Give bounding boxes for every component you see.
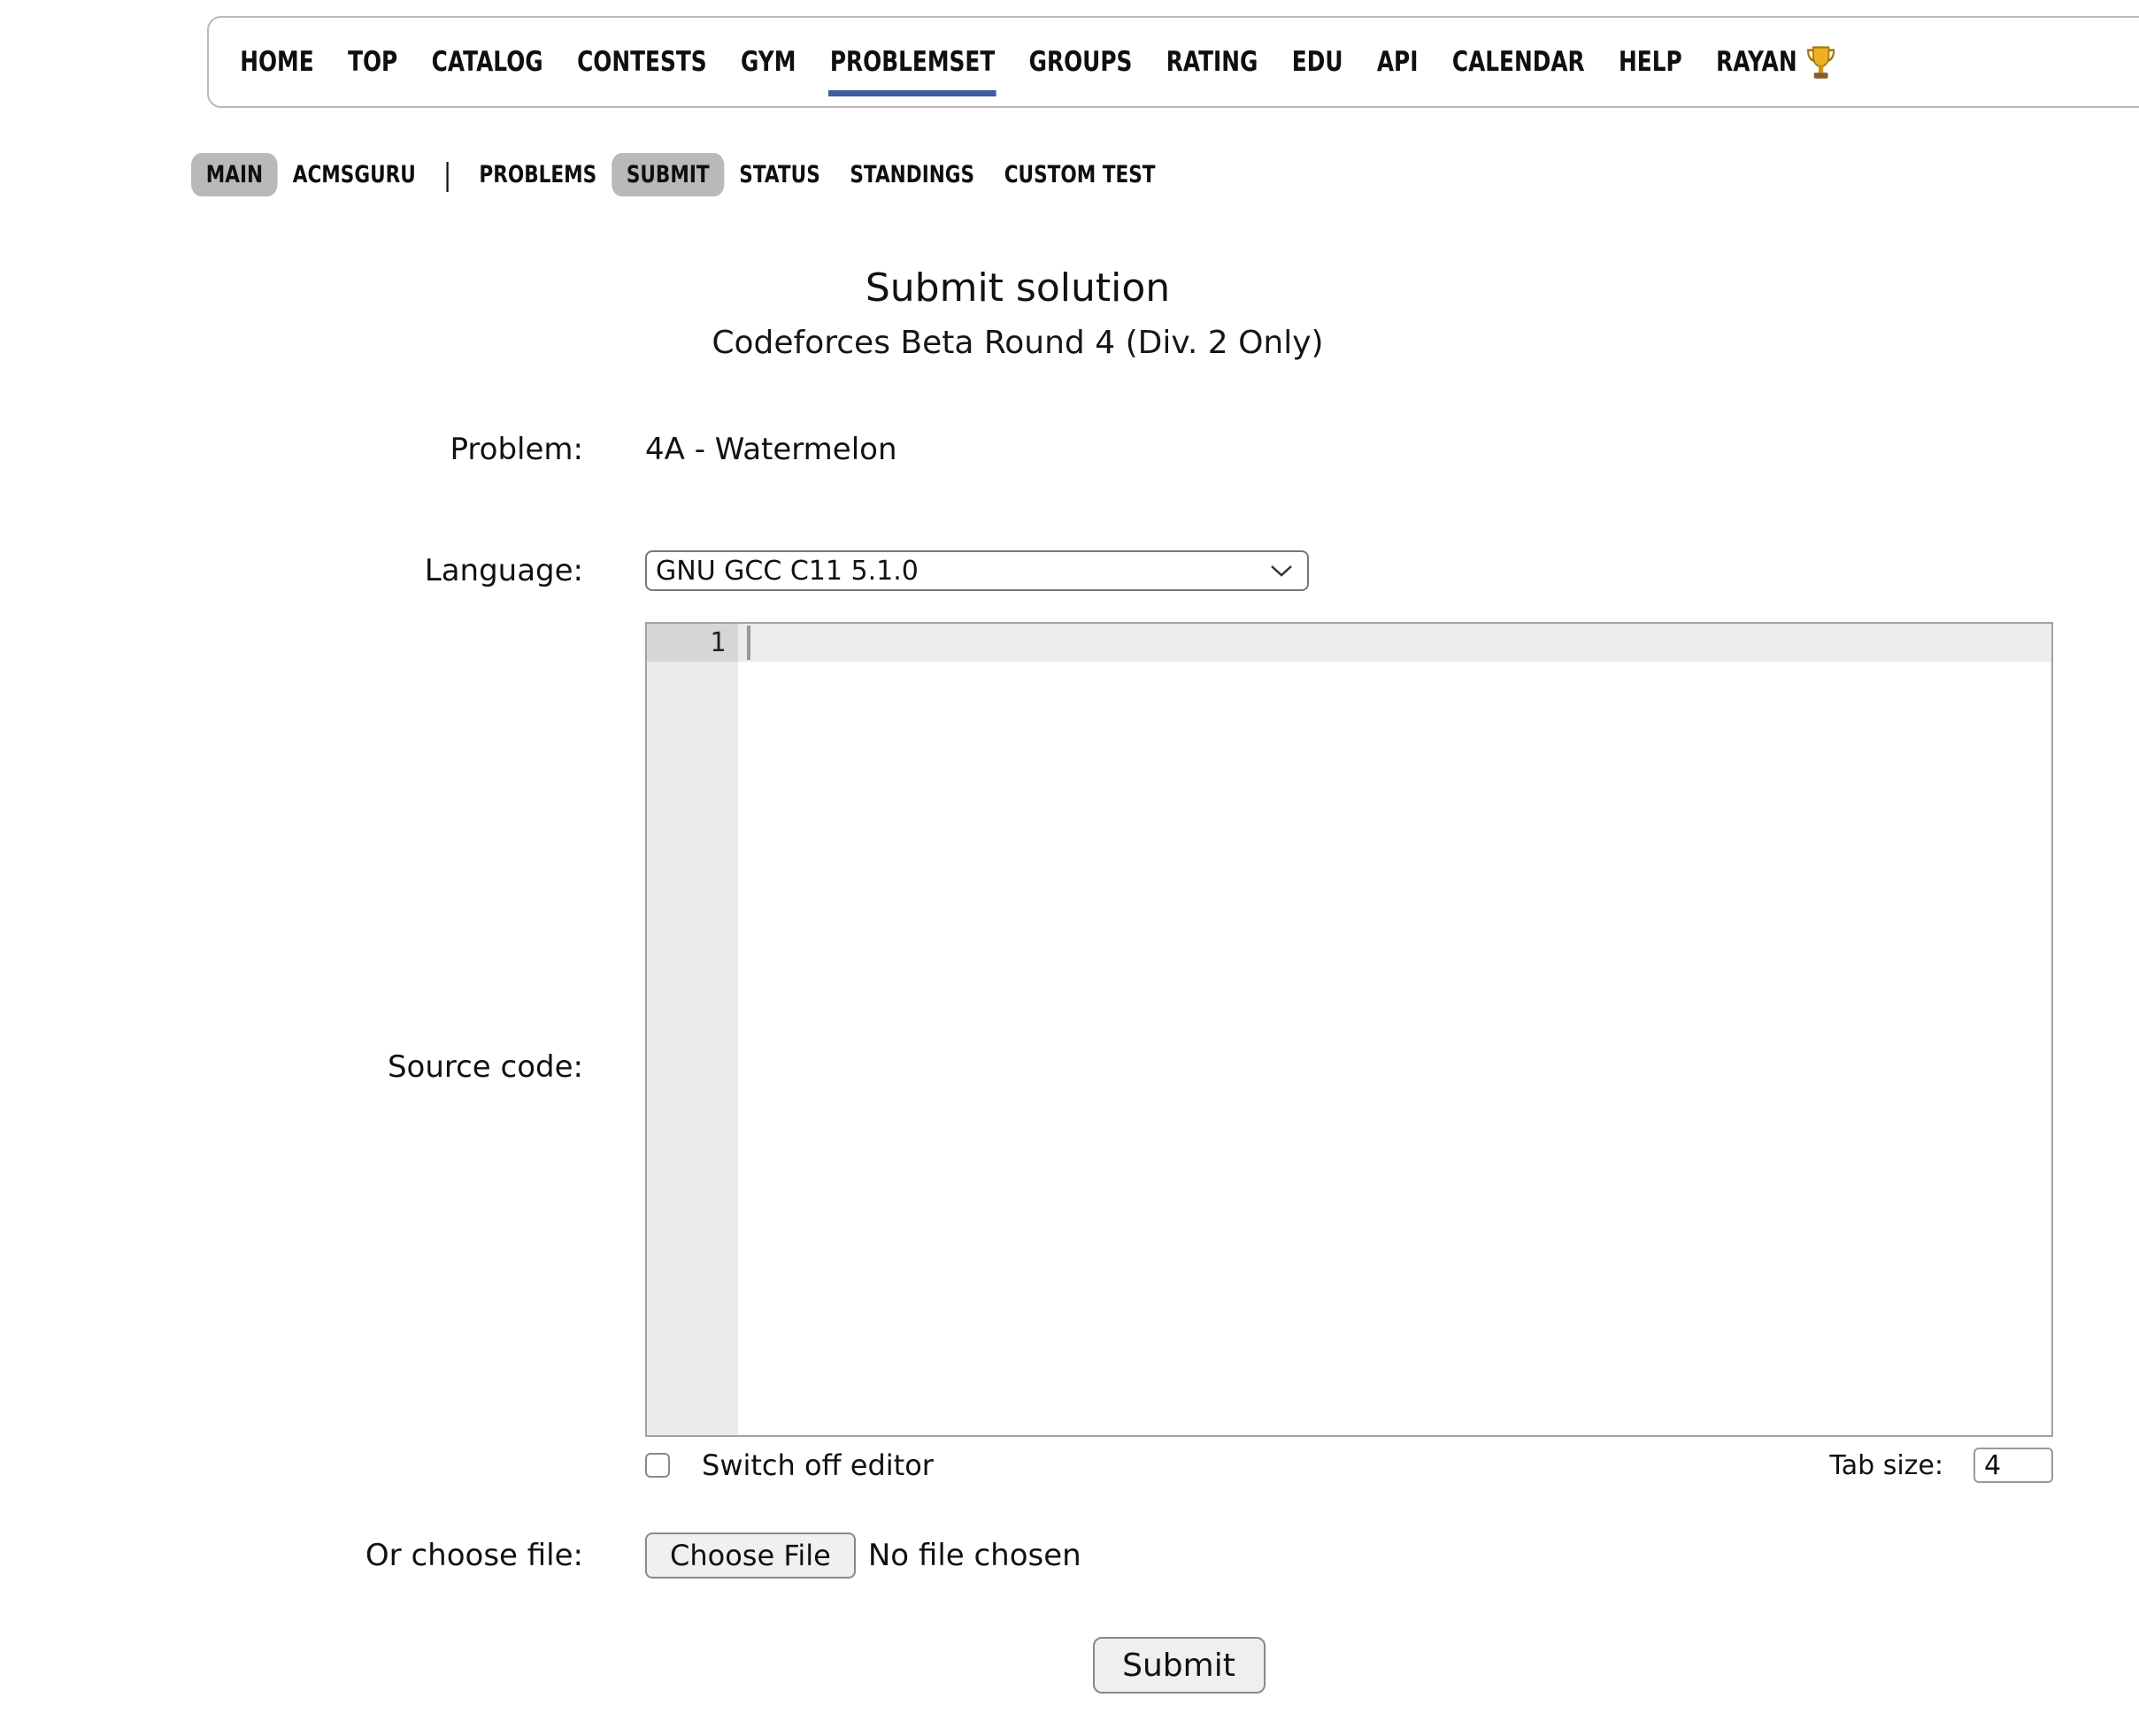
submit-row: Submit — [304, 1637, 2053, 1694]
editor-gutter — [647, 624, 738, 1435]
file-row: Or choose file: Choose File No file chos… — [304, 1532, 2053, 1579]
top-navigation-items: HOME TOP CATALOG CONTESTS GYM PROBLEMSET… — [209, 18, 1905, 106]
submit-solution-page: Submit solution Codeforces Beta Round 4 … — [0, 196, 2139, 1694]
nav-item-gym[interactable]: GYM — [724, 18, 813, 106]
nav-item-rating[interactable]: RATING — [1150, 18, 1275, 106]
page-title: Submit solution — [0, 265, 2035, 311]
choose-file-button[interactable]: Choose File — [645, 1532, 856, 1579]
nav-item-api[interactable]: API — [1360, 18, 1435, 106]
nav-item-user[interactable]: RAYAN — [1699, 18, 1854, 106]
nav-item-groups[interactable]: GROUPS — [1012, 18, 1149, 106]
nav-item-calendar[interactable]: CALENDAR — [1435, 18, 1602, 106]
tab-size-group: Tab size: — [1829, 1448, 2053, 1483]
problem-row: Problem: 4A - Watermelon — [304, 432, 2053, 467]
language-select[interactable]: GNU GCC C11 5.1.0 — [647, 552, 1307, 589]
file-status-text: No file chosen — [868, 1538, 1081, 1573]
nav-item-contests[interactable]: CONTESTS — [560, 18, 724, 106]
subnav-item-main[interactable]: MAIN — [191, 153, 278, 196]
language-label: Language: — [304, 553, 583, 588]
language-select-wrap: GNU GCC C11 5.1.0 — [645, 550, 1309, 591]
username: RAYAN — [1716, 46, 1797, 78]
subnav-divider: | — [431, 157, 465, 193]
sub-navigation: MAIN ACMSGURU | PROBLEMS SUBMIT STATUS S… — [191, 153, 1170, 196]
subnav-item-custom-test[interactable]: CUSTOM TEST — [989, 153, 1170, 196]
nav-item-top[interactable]: TOP — [331, 18, 415, 106]
switch-off-editor-label[interactable]: Switch off editor — [702, 1448, 934, 1482]
switch-off-editor-checkbox[interactable] — [645, 1453, 670, 1478]
submit-button[interactable]: Submit — [1093, 1637, 1266, 1694]
tab-size-label: Tab size: — [1829, 1450, 1943, 1481]
nav-item-edu[interactable]: EDU — [1275, 18, 1360, 106]
trophy-icon — [1805, 42, 1836, 81]
submit-form: Problem: 4A - Watermelon Language: GNU G… — [304, 432, 2053, 1694]
title-block: Submit solution Codeforces Beta Round 4 … — [0, 265, 2035, 361]
nav-item-home[interactable]: HOME — [223, 18, 331, 106]
tab-size-input[interactable] — [1974, 1448, 2053, 1483]
problem-value: 4A - Watermelon — [645, 432, 897, 467]
choose-file-label: Or choose file: — [304, 1538, 583, 1573]
subnav-item-standings[interactable]: STANDINGS — [835, 153, 989, 196]
nav-item-catalog[interactable]: CATALOG — [414, 18, 559, 106]
top-navigation: HOME TOP CATALOG CONTESTS GYM PROBLEMSET… — [207, 16, 2139, 108]
subnav-item-problems[interactable]: PROBLEMS — [465, 153, 612, 196]
editor-line-number: 1 — [647, 624, 738, 662]
editor-options-row: Switch off editor Tab size: — [304, 1448, 2053, 1483]
subnav-item-submit[interactable]: SUBMIT — [612, 153, 724, 196]
subnav-item-status[interactable]: STATUS — [724, 153, 835, 196]
language-row: Language: GNU GCC C11 5.1.0 — [304, 550, 2053, 591]
source-code-label: Source code: — [304, 1049, 583, 1085]
problem-label: Problem: — [304, 432, 583, 467]
subnav-item-acmsguru[interactable]: ACMSGURU — [278, 153, 431, 196]
nav-item-help[interactable]: HELP — [1602, 18, 1699, 106]
nav-item-problemset[interactable]: PROBLEMSET — [813, 18, 1012, 106]
contest-name: Codeforces Beta Round 4 (Div. 2 Only) — [0, 325, 2035, 361]
text-cursor — [747, 626, 750, 660]
source-row: Source code: 1 — [304, 622, 2053, 1437]
code-editor[interactable]: 1 — [645, 622, 2053, 1437]
editor-active-line — [738, 624, 2051, 662]
